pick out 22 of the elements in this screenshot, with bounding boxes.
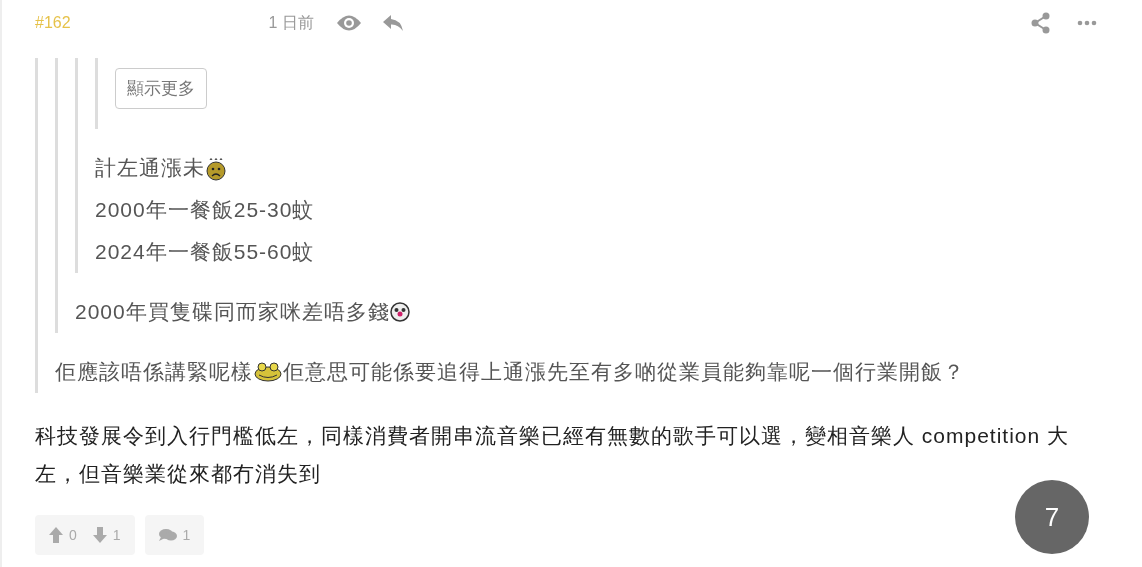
quote-line: 佢應該唔係講緊呢樣 佢意思可能係要追得上通漲先至有多啲從業員能夠靠呢一個行業開飯？ bbox=[55, 359, 966, 385]
quote-line: 2024年一餐飯55-60蚊 bbox=[95, 239, 316, 265]
up-arrow-icon bbox=[49, 527, 63, 543]
quote-line: 2000年一餐飯25-30蚊 bbox=[95, 197, 316, 223]
clown-face-icon bbox=[389, 302, 410, 322]
comments-button[interactable]: 1 bbox=[144, 515, 205, 555]
post-time: 1 日前 bbox=[268, 12, 314, 33]
more-icon[interactable] bbox=[1077, 20, 1097, 26]
quote-line: 計左通漲未 bbox=[95, 147, 1097, 189]
reply-icon[interactable] bbox=[381, 14, 404, 32]
post-number: #162 bbox=[35, 14, 71, 32]
downvote-button[interactable]: 1 bbox=[84, 515, 129, 555]
share-icon[interactable] bbox=[1031, 12, 1051, 34]
confused-face-icon bbox=[205, 155, 227, 181]
quote-line: 2000年買隻碟同而家咪差唔多錢 bbox=[75, 291, 1097, 333]
eye-icon[interactable] bbox=[335, 14, 362, 32]
upvote-button[interactable]: 0 bbox=[41, 515, 85, 555]
speech-bubbles-icon bbox=[158, 528, 177, 542]
down-arrow-icon bbox=[92, 527, 107, 543]
frog-face-icon bbox=[253, 361, 283, 383]
page-badge[interactable]: 7 bbox=[1015, 480, 1089, 554]
show-more-button[interactable]: 顯示更多 bbox=[115, 68, 207, 109]
